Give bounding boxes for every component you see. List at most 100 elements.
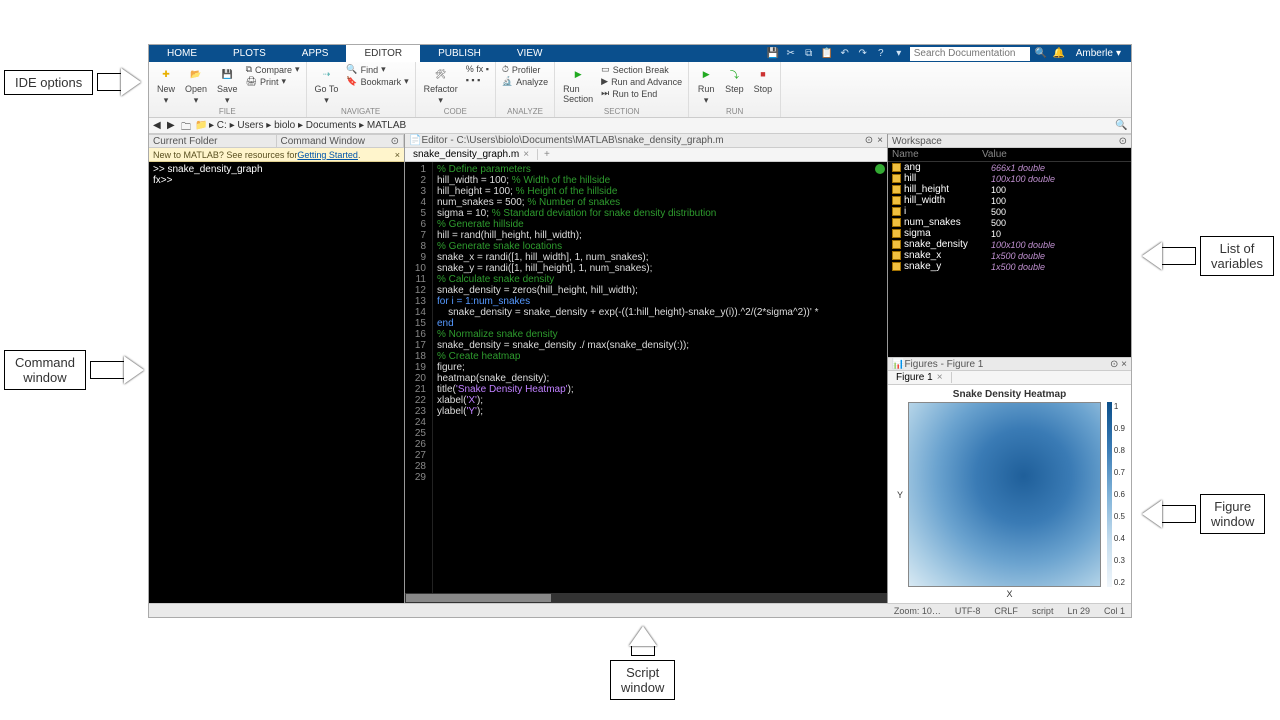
tab-publish[interactable]: PUBLISH: [420, 45, 499, 62]
save-icon[interactable]: 💾: [766, 47, 780, 61]
run-button[interactable]: ▶Run▾: [695, 64, 717, 107]
new-button[interactable]: ✚New▾: [155, 64, 177, 107]
bell-icon[interactable]: 🔔: [1052, 47, 1066, 61]
print-button[interactable]: 🖨 Print ▾: [246, 76, 300, 87]
callout-fig: Figure window: [1200, 494, 1265, 534]
ide-window: HOMEPLOTSAPPSEDITORPUBLISHVIEW 💾 ✂ ⧉ 📋 ↶…: [148, 44, 1132, 618]
close-icon[interactable]: ×: [395, 150, 400, 160]
callout-cmd: Command window: [4, 350, 86, 390]
ws-var[interactable]: sigma10: [888, 228, 1131, 239]
close-figures-icon[interactable]: ×: [1121, 359, 1127, 370]
ws-var[interactable]: hill100x100 double: [888, 173, 1131, 184]
heatmap: [908, 402, 1101, 587]
dropdown-icon[interactable]: ▾: [892, 47, 906, 61]
status-encoding: UTF-8: [955, 606, 981, 616]
close-tab-icon[interactable]: ×: [523, 149, 529, 160]
status-zoom: Zoom: 10…: [894, 606, 941, 616]
ws-var[interactable]: snake_y1x500 double: [888, 261, 1131, 272]
run-section-button[interactable]: ▶Run Section: [561, 64, 595, 105]
analyze-button[interactable]: 🔬 Analyze: [502, 76, 548, 87]
current-folder-panel[interactable]: Current Folder: [149, 134, 277, 148]
code-editor[interactable]: 1234567891011121314151617181920212223242…: [405, 162, 887, 593]
h-scrollbar[interactable]: [405, 593, 887, 603]
up-icon[interactable]: 🗀: [181, 120, 193, 132]
editor-title: 📄 Editor - C:\Users\biolo\Documents\MATL…: [405, 134, 887, 148]
redo-icon[interactable]: ↷: [856, 47, 870, 61]
status-line: Ln 29: [1067, 606, 1090, 616]
save-button[interactable]: 💾Save▾: [215, 64, 240, 107]
x-axis-label: X: [894, 589, 1125, 599]
stop-button[interactable]: ■Stop: [752, 64, 775, 95]
goto-button[interactable]: ⇢Go To▾: [313, 64, 341, 107]
editor-tab[interactable]: snake_density_graph.m×: [405, 149, 538, 160]
ribbon: ✚New▾ 📂Open▾ 💾Save▾ ⧉ Compare ▾ 🖨 Print …: [149, 62, 1131, 118]
close-tab-icon[interactable]: ×: [937, 372, 943, 383]
bookmark-button[interactable]: 🔖 Bookmark ▾: [346, 76, 408, 87]
compare-button[interactable]: ⧉ Compare ▾: [246, 64, 300, 75]
tab-view[interactable]: VIEW: [499, 45, 561, 62]
group-section: SECTION: [561, 107, 682, 117]
fwd-icon[interactable]: ▶: [167, 120, 179, 132]
panel-menu-icon[interactable]: ⊙: [1119, 136, 1127, 147]
ws-var[interactable]: hill_width100: [888, 195, 1131, 206]
tab-home[interactable]: HOME: [149, 45, 215, 62]
path-search-icon[interactable]: 🔍: [1115, 120, 1127, 132]
figures-panel[interactable]: 📊 Figures - Figure 1⊙ ×: [888, 357, 1131, 371]
getting-started-bar: New to MATLAB? See resources for Getting…: [149, 148, 404, 162]
find-button[interactable]: 🔍 Find ▾: [346, 64, 408, 75]
syntax-ok-icon: [875, 164, 885, 174]
run-to-end-button[interactable]: ⏭ Run to End: [601, 88, 682, 99]
user-menu[interactable]: Amberle ▾: [1070, 48, 1127, 59]
search-icon[interactable]: 🔍: [1034, 47, 1048, 61]
workspace-panel[interactable]: Workspace⊙: [888, 134, 1131, 148]
cut-icon[interactable]: ✂: [784, 47, 798, 61]
search-documentation[interactable]: [910, 47, 1030, 61]
tab-plots[interactable]: PLOTS: [215, 45, 284, 62]
copy-icon[interactable]: ⧉: [802, 47, 816, 61]
profiler-button[interactable]: ⏱ Profiler: [502, 64, 548, 75]
getting-started-link[interactable]: Getting Started: [297, 150, 358, 160]
close-editor-icon[interactable]: ×: [877, 135, 883, 146]
folder-icon[interactable]: 📁: [195, 120, 207, 132]
status-eol: CRLF: [994, 606, 1018, 616]
paste-icon[interactable]: 📋: [820, 47, 834, 61]
new-tab-icon[interactable]: +: [538, 149, 556, 160]
ws-var[interactable]: num_snakes500: [888, 217, 1131, 228]
group-navigate: NAVIGATE: [313, 107, 409, 117]
status-col: Col 1: [1104, 606, 1125, 616]
command-window-panel[interactable]: Command Window⊙: [277, 134, 405, 148]
run-advance-button[interactable]: ▶ Run and Advance: [601, 76, 682, 87]
callout-vars: List of variables: [1200, 236, 1274, 276]
toolstrip-tabs: HOMEPLOTSAPPSEDITORPUBLISHVIEW 💾 ✂ ⧉ 📋 ↶…: [149, 45, 1131, 62]
group-analyze: ANALYZE: [502, 107, 548, 117]
pin-icon[interactable]: ⊙: [865, 135, 873, 146]
refactor-button[interactable]: 🛠Refactor▾: [422, 64, 460, 107]
group-run: RUN: [695, 107, 774, 117]
open-button[interactable]: 📂Open▾: [183, 64, 209, 107]
colorbar: [1107, 402, 1112, 587]
section-break-button[interactable]: ▭ Section Break: [601, 64, 682, 75]
ws-var[interactable]: hill_height100: [888, 184, 1131, 195]
ws-var[interactable]: snake_x1x500 double: [888, 250, 1131, 261]
tab-editor[interactable]: EDITOR: [346, 45, 420, 62]
ws-var[interactable]: i500: [888, 206, 1131, 217]
help-icon[interactable]: ?: [874, 47, 888, 61]
group-code: CODE: [422, 107, 489, 117]
group-file: FILE: [155, 107, 300, 117]
undo-icon[interactable]: ↶: [838, 47, 852, 61]
back-icon[interactable]: ◀: [153, 120, 165, 132]
figure-tab[interactable]: Figure 1×: [888, 372, 952, 383]
status-bar: Zoom: 10… UTF-8 CRLF script Ln 29 Col 1: [149, 603, 1131, 617]
tab-apps[interactable]: APPS: [284, 45, 347, 62]
ws-var[interactable]: snake_density100x100 double: [888, 239, 1131, 250]
workspace-list[interactable]: NameValue ang666x1 doublehill100x100 dou…: [888, 148, 1131, 357]
panel-menu-icon[interactable]: ⊙: [391, 136, 399, 147]
panel-menu-icon[interactable]: ⊙: [1110, 359, 1118, 370]
command-window[interactable]: >> snake_density_graphfx>>: [149, 162, 404, 603]
ws-var[interactable]: ang666x1 double: [888, 162, 1131, 173]
step-button[interactable]: ⤵Step: [723, 64, 746, 95]
path-bar[interactable]: ◀ ▶ 🗀 📁 ▸ C: ▸ Users ▸ biolo ▸ Documents…: [149, 118, 1131, 134]
figure[interactable]: Snake Density Heatmap Y 10.90.80.70.60.5…: [888, 385, 1131, 603]
code-icons[interactable]: % fx ▪ ▪ ▪ ▪: [466, 64, 489, 85]
status-filetype: script: [1032, 606, 1054, 616]
